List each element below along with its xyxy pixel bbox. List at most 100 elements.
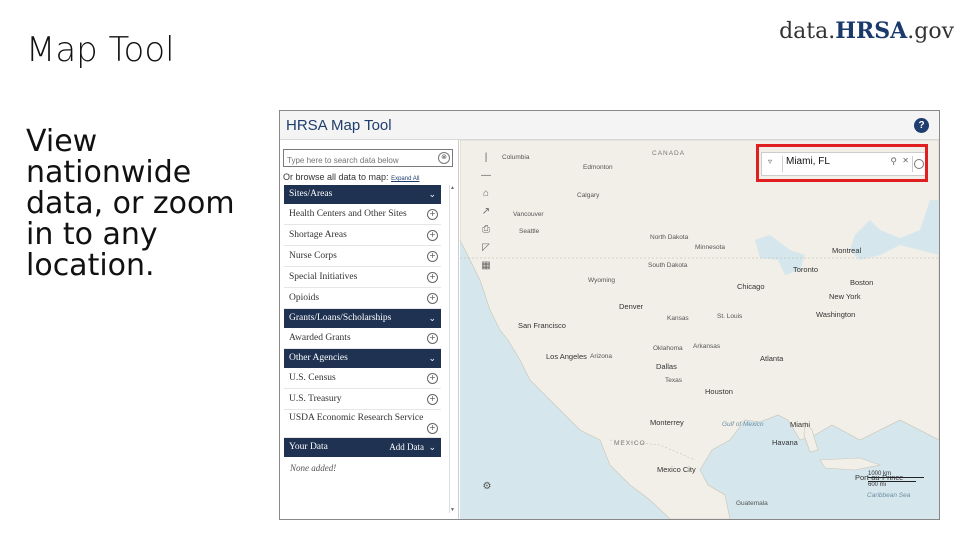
app-header: HRSA Map Tool ? xyxy=(280,111,939,140)
scroll-up-icon[interactable]: ▲ xyxy=(450,185,455,191)
map-label-toronto: Toronto xyxy=(793,265,819,274)
map-label-miami: Miami xyxy=(790,420,810,429)
list-item-label: Opioids xyxy=(289,293,320,303)
map-label-losangeles: Los Angeles xyxy=(546,352,587,361)
category-label: Sites/Areas xyxy=(289,189,333,199)
zoom-out-icon[interactable]: — xyxy=(478,167,494,185)
chevron-down-icon: ⌄ xyxy=(428,442,436,452)
add-layer-icon[interactable]: + xyxy=(427,272,438,283)
map-label-monterrey: Monterrey xyxy=(650,418,684,427)
map-label-oklahoma: Oklahoma xyxy=(653,345,683,352)
slide-title: Map Tool xyxy=(26,30,175,70)
map-label-atlanta: Atlanta xyxy=(760,354,784,363)
add-layer-icon[interactable]: + xyxy=(427,251,438,262)
add-layer-icon[interactable]: + xyxy=(427,209,438,220)
share-icon[interactable]: ↗ xyxy=(478,203,494,221)
map-label-sanfrancisco: San Francisco xyxy=(518,321,566,330)
category-label: Your Data xyxy=(289,442,328,452)
list-item[interactable]: Awarded Grants + xyxy=(284,328,441,349)
map-label-vancouver: Vancouver xyxy=(513,211,544,218)
list-item[interactable]: U.S. Treasury + xyxy=(284,389,441,410)
data-search-input[interactable] xyxy=(284,153,436,168)
scroll-down-icon[interactable]: ▼ xyxy=(450,507,455,513)
scale-km: 1000 km xyxy=(868,471,924,478)
list-item-label: U.S. Treasury xyxy=(289,394,342,404)
map-label-dallas: Dallas xyxy=(656,362,677,371)
category-your-data[interactable]: Your Data Add Data ⌄ xyxy=(284,438,441,457)
brand-suffix: .gov xyxy=(907,19,954,44)
list-item[interactable]: Health Centers and Other Sites + xyxy=(284,204,441,225)
add-layer-icon[interactable]: + xyxy=(427,373,438,384)
category-grants[interactable]: Grants/Loans/Scholarships ⌄ xyxy=(284,309,441,328)
sidebar: ⊗ Or browse all data to map: Expand All … xyxy=(280,140,459,519)
list-item-label: Shortage Areas xyxy=(289,230,347,240)
list-item-label: USDA Economic Research Service xyxy=(289,413,424,423)
locate-icon[interactable]: ⚙ xyxy=(480,481,494,495)
add-layer-icon[interactable]: + xyxy=(427,394,438,405)
list-item[interactable]: Nurse Corps + xyxy=(284,246,441,267)
map-label-gulf: Gulf of Mexico xyxy=(722,421,764,428)
map-label-wyoming: Wyoming xyxy=(588,277,616,284)
data-search-box: ⊗ xyxy=(283,149,453,168)
map-label-kansas: Kansas xyxy=(667,315,689,322)
sidebar-scrollbar[interactable]: ▲ ▼ xyxy=(449,185,457,513)
help-icon[interactable]: ? xyxy=(914,118,929,133)
list-item[interactable]: USDA Economic Research Service + xyxy=(284,410,441,438)
map-label-minnesota: Minnesota xyxy=(695,244,725,251)
browse-line: Or browse all data to map: Expand All xyxy=(283,172,419,182)
map-label-chicago: Chicago xyxy=(737,282,765,291)
category-sites-areas[interactable]: Sites/Areas ⌄ xyxy=(284,185,441,204)
category-label: Other Agencies xyxy=(289,353,348,363)
measure-icon[interactable]: ◸ xyxy=(478,239,494,257)
map-label-stlouis: St. Louis xyxy=(717,313,743,320)
map-toolbar: | — ⌂ ↗ ⎙ ◸ ▦ xyxy=(478,149,494,275)
map-label-newyork: New York xyxy=(829,292,861,301)
map-tool-screenshot: HRSA Map Tool ? CANADA Columbia Edmonton… xyxy=(279,110,940,520)
print-icon[interactable]: ⎙ xyxy=(478,221,494,239)
map-scale-bar: 1000 km 600 mi xyxy=(866,469,928,493)
chevron-down-icon: ⌄ xyxy=(428,353,436,363)
list-item[interactable]: U.S. Census + xyxy=(284,368,441,389)
home-extent-icon[interactable]: ⌂ xyxy=(478,185,494,203)
app-title: HRSA Map Tool xyxy=(286,117,392,134)
list-item-label: U.S. Census xyxy=(289,373,336,383)
map-label-calgary: Calgary xyxy=(577,192,600,199)
map-label-arkansas: Arkansas xyxy=(693,343,721,350)
map-label-havana: Havana xyxy=(772,438,798,447)
add-layer-icon[interactable]: + xyxy=(427,230,438,241)
category-other-agencies[interactable]: Other Agencies ⌄ xyxy=(284,349,441,368)
basemap-gallery-icon[interactable]: ▦ xyxy=(478,257,494,275)
expand-all-link[interactable]: Expand All xyxy=(391,176,419,182)
category-label: Grants/Loans/Scholarships xyxy=(289,313,392,323)
map-label-canada: CANADA xyxy=(652,150,686,157)
map-label-denver: Denver xyxy=(619,302,644,311)
map-label-mexicocity: Mexico City xyxy=(657,465,696,474)
map-label-guatemala: Guatemala xyxy=(736,500,768,507)
map-label-caribbean: Caribbean Sea xyxy=(867,492,911,499)
list-item-label: Awarded Grants xyxy=(289,333,351,343)
map-canvas[interactable]: CANADA Columbia Edmonton Calgary Vancouv… xyxy=(460,140,939,519)
list-item[interactable]: Special Initiatives + xyxy=(284,267,441,288)
brand-mid: HRSA xyxy=(835,18,908,44)
add-layer-icon[interactable]: + xyxy=(427,293,438,304)
list-item-label: Special Initiatives xyxy=(289,272,358,282)
list-item[interactable]: Opioids + xyxy=(284,288,441,309)
map-label-seattle: Seattle xyxy=(519,228,540,235)
none-added-text: None added! xyxy=(290,463,337,473)
add-data-button[interactable]: Add Data xyxy=(389,438,424,457)
list-item[interactable]: Shortage Areas + xyxy=(284,225,441,246)
add-layer-icon[interactable]: + xyxy=(427,333,438,344)
list-item-label: Health Centers and Other Sites xyxy=(289,209,407,219)
clear-search-icon[interactable]: ⊗ xyxy=(438,152,450,164)
list-item-label: Nurse Corps xyxy=(289,251,337,261)
slide-description: View nationwide data, or zoom in to any … xyxy=(26,124,235,283)
zoom-in-icon[interactable]: | xyxy=(478,149,494,167)
add-layer-icon[interactable]: + xyxy=(427,423,438,434)
map-label-sdakota: South Dakota xyxy=(648,262,688,269)
map-label-mexico: MEXICO xyxy=(614,440,646,447)
highlight-box xyxy=(756,144,928,182)
map-label-montreal: Montreal xyxy=(832,246,862,255)
browse-text: Or browse all data to map: xyxy=(283,172,389,182)
scale-mi: 600 mi xyxy=(868,481,916,488)
data-category-list: Sites/Areas ⌄ Health Centers and Other Si… xyxy=(284,185,441,473)
